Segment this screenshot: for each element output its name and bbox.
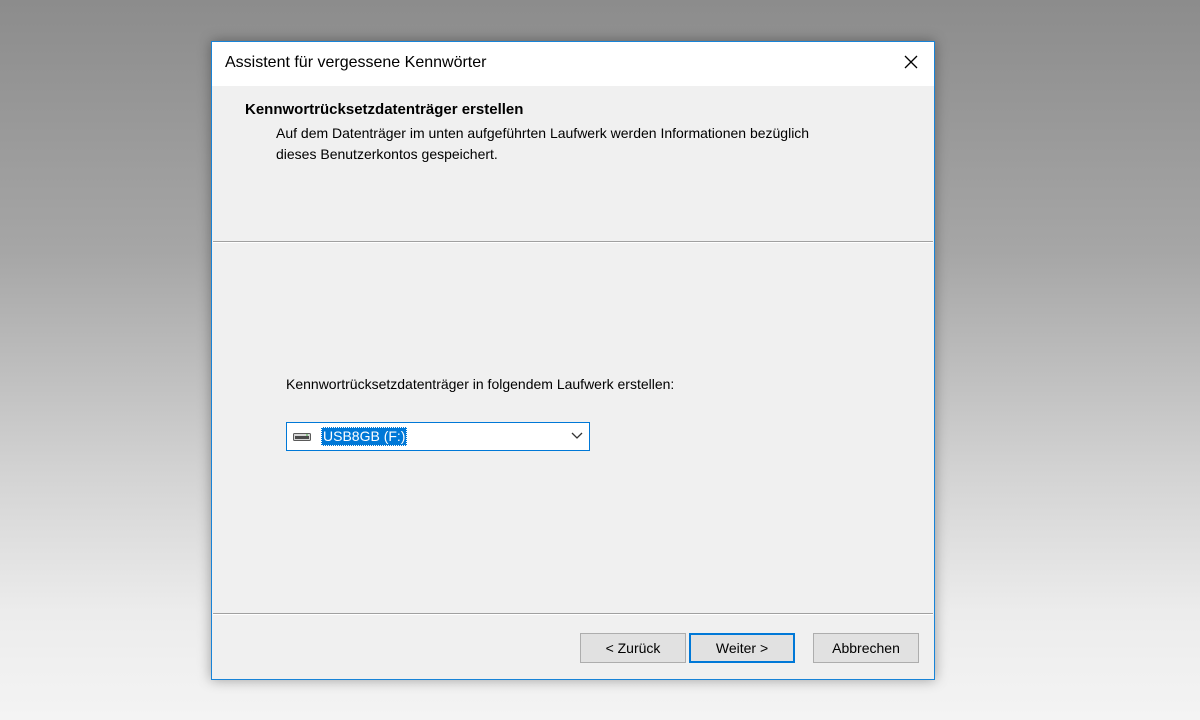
drive-select[interactable]: USB8GB (F:) <box>286 422 590 451</box>
close-icon <box>904 55 918 69</box>
password-reset-wizard-dialog: Assistent für vergessene Kennwörter Kenn… <box>211 41 935 680</box>
wizard-header: Kennwortrücksetzdatenträger erstellen Au… <box>212 86 934 241</box>
page-description: Auf dem Datenträger im unten aufgeführte… <box>276 125 810 162</box>
usb-drive-icon <box>293 433 311 441</box>
title-bar[interactable]: Assistent für vergessene Kennwörter <box>212 42 934 86</box>
drive-select-value: USB8GB (F:) <box>321 427 408 446</box>
footer-divider <box>213 613 933 615</box>
window-title: Assistent für vergessene Kennwörter <box>225 54 487 71</box>
back-button[interactable]: < Zurück <box>580 633 686 663</box>
cancel-button[interactable]: Abbrechen <box>813 633 919 663</box>
chevron-down-icon <box>571 432 583 439</box>
page-title: Kennwortrücksetzdatenträger erstellen <box>245 101 524 118</box>
header-divider <box>213 241 933 243</box>
next-button[interactable]: Weiter > <box>689 633 795 663</box>
close-button[interactable] <box>888 42 934 82</box>
drive-select-label: Kennwortrücksetzdatenträger in folgendem… <box>286 376 675 392</box>
